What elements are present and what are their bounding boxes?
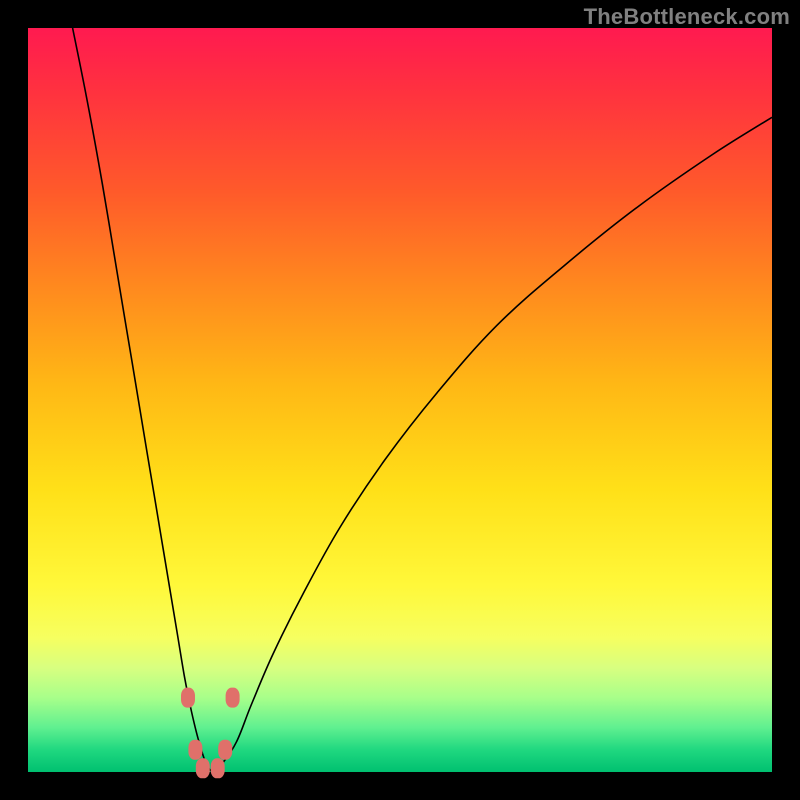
watermark-text: TheBottleneck.com xyxy=(584,4,790,30)
curve-svg xyxy=(28,28,772,772)
curve-marker xyxy=(181,688,195,708)
curve-marker xyxy=(218,740,232,760)
curve-marker xyxy=(188,740,202,760)
bottleneck-curve xyxy=(73,28,772,772)
curve-marker xyxy=(196,758,210,778)
chart-frame: TheBottleneck.com xyxy=(0,0,800,800)
curve-marker xyxy=(211,758,225,778)
curve-markers xyxy=(181,688,240,779)
curve-marker xyxy=(226,688,240,708)
plot-area xyxy=(28,28,772,772)
